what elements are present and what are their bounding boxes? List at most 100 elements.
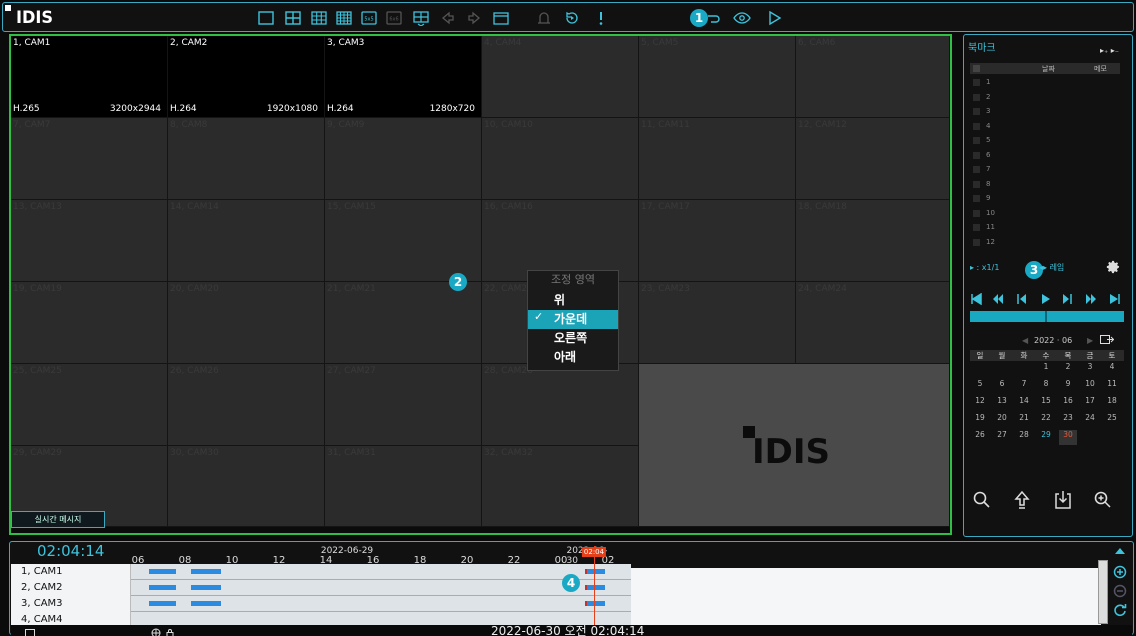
play-icon[interactable] — [1039, 293, 1051, 305]
calendar-day[interactable]: 15 — [1037, 396, 1055, 411]
camera-tile[interactable]: 12, CAM12 — [796, 118, 950, 200]
playback-icon[interactable] — [765, 10, 783, 26]
event-marker[interactable] — [585, 601, 587, 606]
camera-tile[interactable]: 7, CAM7 — [11, 118, 168, 200]
calendar-day[interactable]: 29 — [1037, 430, 1055, 445]
calendar-day[interactable]: 28 — [1015, 430, 1033, 445]
calendar-day[interactable]: 2 — [1059, 362, 1077, 377]
camera-tile[interactable]: 28, CAM28 — [482, 364, 639, 446]
camera-tile[interactable]: 5, CAM5 — [639, 36, 796, 118]
camera-tile[interactable]: 26, CAM26 — [168, 364, 325, 446]
context-menu-item[interactable]: 오른쪽 — [528, 329, 618, 348]
layout-1x1-icon[interactable] — [257, 10, 275, 26]
bookmark-checkbox[interactable] — [973, 180, 980, 188]
bookmark-checkbox[interactable] — [973, 151, 980, 159]
timeline-row[interactable]: 3, CAM3 — [11, 596, 631, 612]
camera-tile[interactable]: 8, CAM8 — [168, 118, 325, 200]
camera-tile[interactable]: 10, CAM10 — [482, 118, 639, 200]
calendar-day[interactable]: 1 — [1037, 362, 1055, 377]
zoom-out-timeline-icon[interactable] — [1113, 583, 1127, 598]
bookmark-checkbox[interactable] — [973, 137, 980, 144]
camera-tile[interactable]: 30, CAM30 — [168, 446, 325, 527]
refresh-icon[interactable] — [1113, 602, 1127, 617]
bookmark-row[interactable]: 6 — [970, 150, 1120, 161]
export-icon[interactable] — [1053, 490, 1073, 510]
timeline-row[interactable]: 1, CAM1 — [11, 564, 631, 580]
zoom-in-timeline-icon[interactable] — [1113, 564, 1127, 579]
bookmark-row[interactable]: 11 — [970, 222, 1120, 233]
playback-frame-label[interactable]: ◂▸ 레임 — [1039, 262, 1064, 273]
calendar-day[interactable]: 25 — [1103, 413, 1121, 428]
bookmark-select-all-checkbox[interactable] — [973, 65, 980, 72]
camera-tile[interactable]: 14, CAM14 — [168, 200, 325, 282]
realtime-message-button[interactable]: 실시간 메시지 — [11, 511, 105, 528]
timeline-scrollbar[interactable] — [1098, 560, 1108, 624]
calendar-day[interactable]: 16 — [1059, 396, 1077, 411]
gear-icon[interactable] — [1106, 259, 1120, 274]
recording-segment[interactable] — [585, 601, 605, 606]
timeline-cursor[interactable] — [594, 546, 595, 630]
camera-tile[interactable]: 24, CAM24 — [796, 282, 950, 364]
bookmark-row[interactable]: 8 — [970, 179, 1120, 190]
calendar-day[interactable]: 17 — [1081, 396, 1099, 411]
calendar-day[interactable]: 18 — [1103, 396, 1121, 411]
bookmark-checkbox[interactable] — [973, 122, 980, 130]
bookmark-row[interactable]: 5 — [970, 135, 1120, 146]
calendar-prev-icon[interactable]: ◀ — [1022, 336, 1028, 345]
playback-progress[interactable] — [970, 311, 1124, 322]
camera-tile[interactable]: 15, CAM15 — [325, 200, 482, 282]
calendar-day[interactable]: 4 — [1103, 362, 1121, 377]
camera-tile[interactable]: 9, CAM9 — [325, 118, 482, 200]
layout-6x6-icon[interactable]: 6x6 — [385, 10, 403, 26]
layout-2x2-icon[interactable] — [284, 10, 302, 26]
camera-tile[interactable]: 19, CAM19 — [11, 282, 168, 364]
bookmark-row[interactable]: 2 — [970, 92, 1120, 103]
layout-3x3-icon[interactable] — [310, 10, 328, 26]
calendar-day[interactable]: 6 — [993, 379, 1011, 394]
event-marker[interactable] — [585, 585, 587, 590]
fullscreen-icon[interactable] — [492, 10, 510, 26]
fast-rewind-icon[interactable] — [992, 293, 1004, 305]
recording-segment[interactable] — [585, 569, 605, 574]
camera-tile[interactable]: 18, CAM18 — [796, 200, 950, 282]
bookmark-checkbox[interactable] — [973, 195, 980, 202]
layout-5x5-icon[interactable]: 5x5 — [360, 10, 378, 26]
bookmark-row[interactable]: 4 — [970, 121, 1120, 132]
step-forward-icon[interactable] — [1062, 293, 1074, 305]
bookmark-row[interactable]: 3 — [970, 106, 1120, 117]
timeline-empty-area[interactable] — [631, 568, 1101, 628]
instant-replay-icon[interactable] — [563, 10, 581, 26]
bookmark-checkbox[interactable] — [973, 209, 980, 217]
calendar-day[interactable]: 19 — [971, 413, 989, 428]
bookmark-checkbox[interactable] — [973, 79, 980, 86]
camera-tile[interactable]: 32, CAM32 — [482, 446, 639, 527]
calendar-day[interactable]: 14 — [1015, 396, 1033, 411]
camera-tile[interactable]: 11, CAM11 — [639, 118, 796, 200]
bookmark-add-remove-icons[interactable]: ▸₊ ▸₋ — [1100, 46, 1119, 55]
recording-segment[interactable] — [191, 585, 221, 590]
camera-tile[interactable]: 2, CAM2 H.264 1920x1080 — [168, 36, 325, 118]
prev-group-icon[interactable] — [439, 10, 457, 26]
calendar-day[interactable]: 9 — [1059, 379, 1077, 394]
layout-custom-icon[interactable] — [412, 10, 430, 26]
network-icon[interactable] — [151, 623, 161, 636]
fast-forward-icon[interactable] — [1085, 293, 1097, 305]
calendar-day[interactable]: 30 — [1059, 430, 1077, 445]
camera-tile[interactable]: 3, CAM3 H.264 1280x720 — [325, 36, 482, 118]
next-group-icon[interactable] — [465, 10, 483, 26]
zoom-in-icon[interactable] — [1093, 490, 1113, 510]
bookmark-row[interactable]: 9 — [970, 193, 1120, 204]
calendar-day[interactable]: 26 — [971, 430, 989, 445]
screen-icon[interactable] — [25, 623, 35, 636]
camera-tile[interactable]: 21, CAM21 — [325, 282, 482, 364]
bookmark-row[interactable]: 1 — [970, 77, 1120, 88]
calendar-day[interactable]: 24 — [1081, 413, 1099, 428]
recording-segment[interactable] — [149, 585, 176, 590]
camera-tile[interactable]: 31, CAM31 — [325, 446, 482, 527]
live-view-icon[interactable] — [733, 10, 751, 26]
camera-tile[interactable]: 6, CAM6 — [796, 36, 950, 118]
camera-tile[interactable]: 20, CAM20 — [168, 282, 325, 364]
playback-speed[interactable]: ▸ : x1/1 — [970, 263, 999, 272]
calendar-day[interactable]: 11 — [1103, 379, 1121, 394]
calendar-day[interactable]: 20 — [993, 413, 1011, 428]
